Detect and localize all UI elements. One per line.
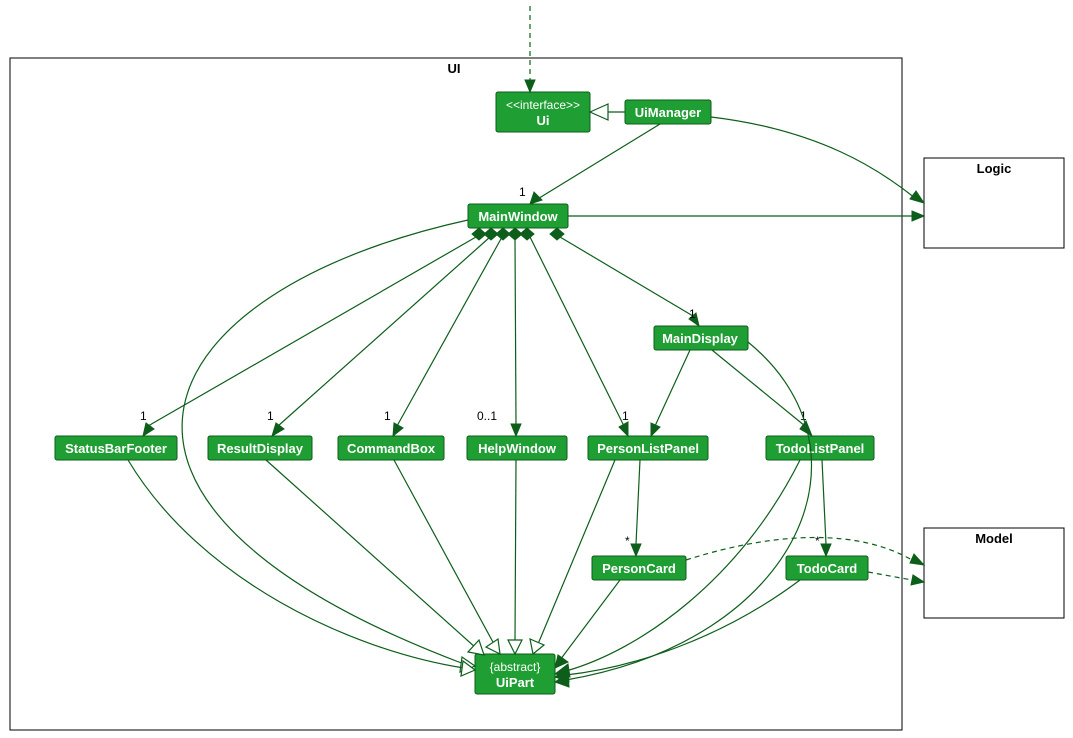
mult-cb: 1 <box>384 409 391 423</box>
node-uimanager-label: UiManager <box>635 105 701 120</box>
mult-sbf: 1 <box>140 409 147 423</box>
edge-mw-rd <box>278 237 490 426</box>
arrow-external-to-ui <box>525 80 535 92</box>
arrow-uimanager-mainwindow <box>530 192 542 204</box>
mult-hw: 0..1 <box>477 409 497 423</box>
node-personlistpanel-label: PersonListPanel <box>597 441 699 456</box>
arrow-mw-hw <box>511 424 521 436</box>
edge-mainwindow-maindisplay <box>560 237 693 316</box>
node-resultdisplay-label: ResultDisplay <box>217 441 304 456</box>
package-logic-label: Logic <box>977 161 1012 176</box>
edge-uimanager-mainwindow <box>536 124 660 200</box>
arrow-personcard-model <box>910 554 924 565</box>
edge-mw-hw <box>515 240 516 424</box>
node-helpwindow-label: HelpWindow <box>478 441 557 456</box>
node-commandbox-label: CommandBox <box>347 441 436 456</box>
edge-plp-pc <box>636 460 640 544</box>
arrow-tlp-tc <box>821 544 831 556</box>
node-ui-interface-name: Ui <box>537 113 550 128</box>
edge-sbf-uipart <box>128 460 464 668</box>
edge-mw-plp <box>530 237 624 426</box>
arrow-plp-uipart <box>530 639 544 654</box>
package-model-label: Model <box>975 531 1013 546</box>
arrow-plp-pc <box>631 544 641 556</box>
mult-maindisplay: 1 <box>689 307 696 321</box>
node-ui-interface-stereo: <<interface>> <box>506 98 580 112</box>
edge-cb-uipart <box>394 460 494 644</box>
edge-md-plp <box>655 350 690 426</box>
edge-tc-uipart <box>566 580 800 675</box>
edge-todocard-model <box>868 572 912 580</box>
edge-md-uipart <box>566 342 812 680</box>
arrow-mw-plp <box>619 422 628 436</box>
mult-plp2: 1 <box>622 409 629 423</box>
node-todolistpanel-label: TodoListPanel <box>776 441 865 456</box>
node-mainwindow-label: MainWindow <box>478 209 558 224</box>
arrow-mainwindow-logic <box>912 211 924 221</box>
arrow-todocard-model <box>911 575 924 585</box>
node-statusbarfooter-label: StatusBarFooter <box>65 441 167 456</box>
node-personcard-label: PersonCard <box>602 561 676 576</box>
edge-md-tlp <box>712 350 805 426</box>
node-maindisplay-label: MainDisplay <box>662 331 739 346</box>
mult-rd: 1 <box>267 409 274 423</box>
arrow-uimanager-logic <box>910 191 924 203</box>
edge-tlp-tc <box>822 460 826 544</box>
arrow-mw-rd <box>272 423 284 436</box>
arrow-mw-cb <box>393 423 403 436</box>
edge-mw-sbf <box>148 237 476 426</box>
edge-hw-uipart <box>515 460 516 640</box>
mult-pc: * <box>625 534 630 548</box>
node-uipart-name: UiPart <box>496 675 535 690</box>
edge-pc-uipart <box>560 580 620 660</box>
diamond-md-plp <box>520 228 534 240</box>
mult-mainwindow: 1 <box>519 185 526 199</box>
arrow-hw-uipart <box>508 640 522 654</box>
arrow-uimanager-ui <box>590 104 608 120</box>
package-ui-label: UI <box>448 61 461 76</box>
edge-uimanager-logic <box>711 117 915 198</box>
edge-mw-cb <box>397 237 502 426</box>
package-ui <box>10 58 902 730</box>
edge-plp-uipart <box>538 460 615 644</box>
arrow-mw-sbf <box>143 423 154 436</box>
mult-tc: * <box>815 534 820 548</box>
node-uipart-stereo: {abstract} <box>490 660 541 674</box>
arrow-md-plp <box>651 423 660 436</box>
node-todocard-label: TodoCard <box>797 561 857 576</box>
uml-diagram: UI Logic Model <<interface>> Ui UiManage… <box>0 0 1073 738</box>
